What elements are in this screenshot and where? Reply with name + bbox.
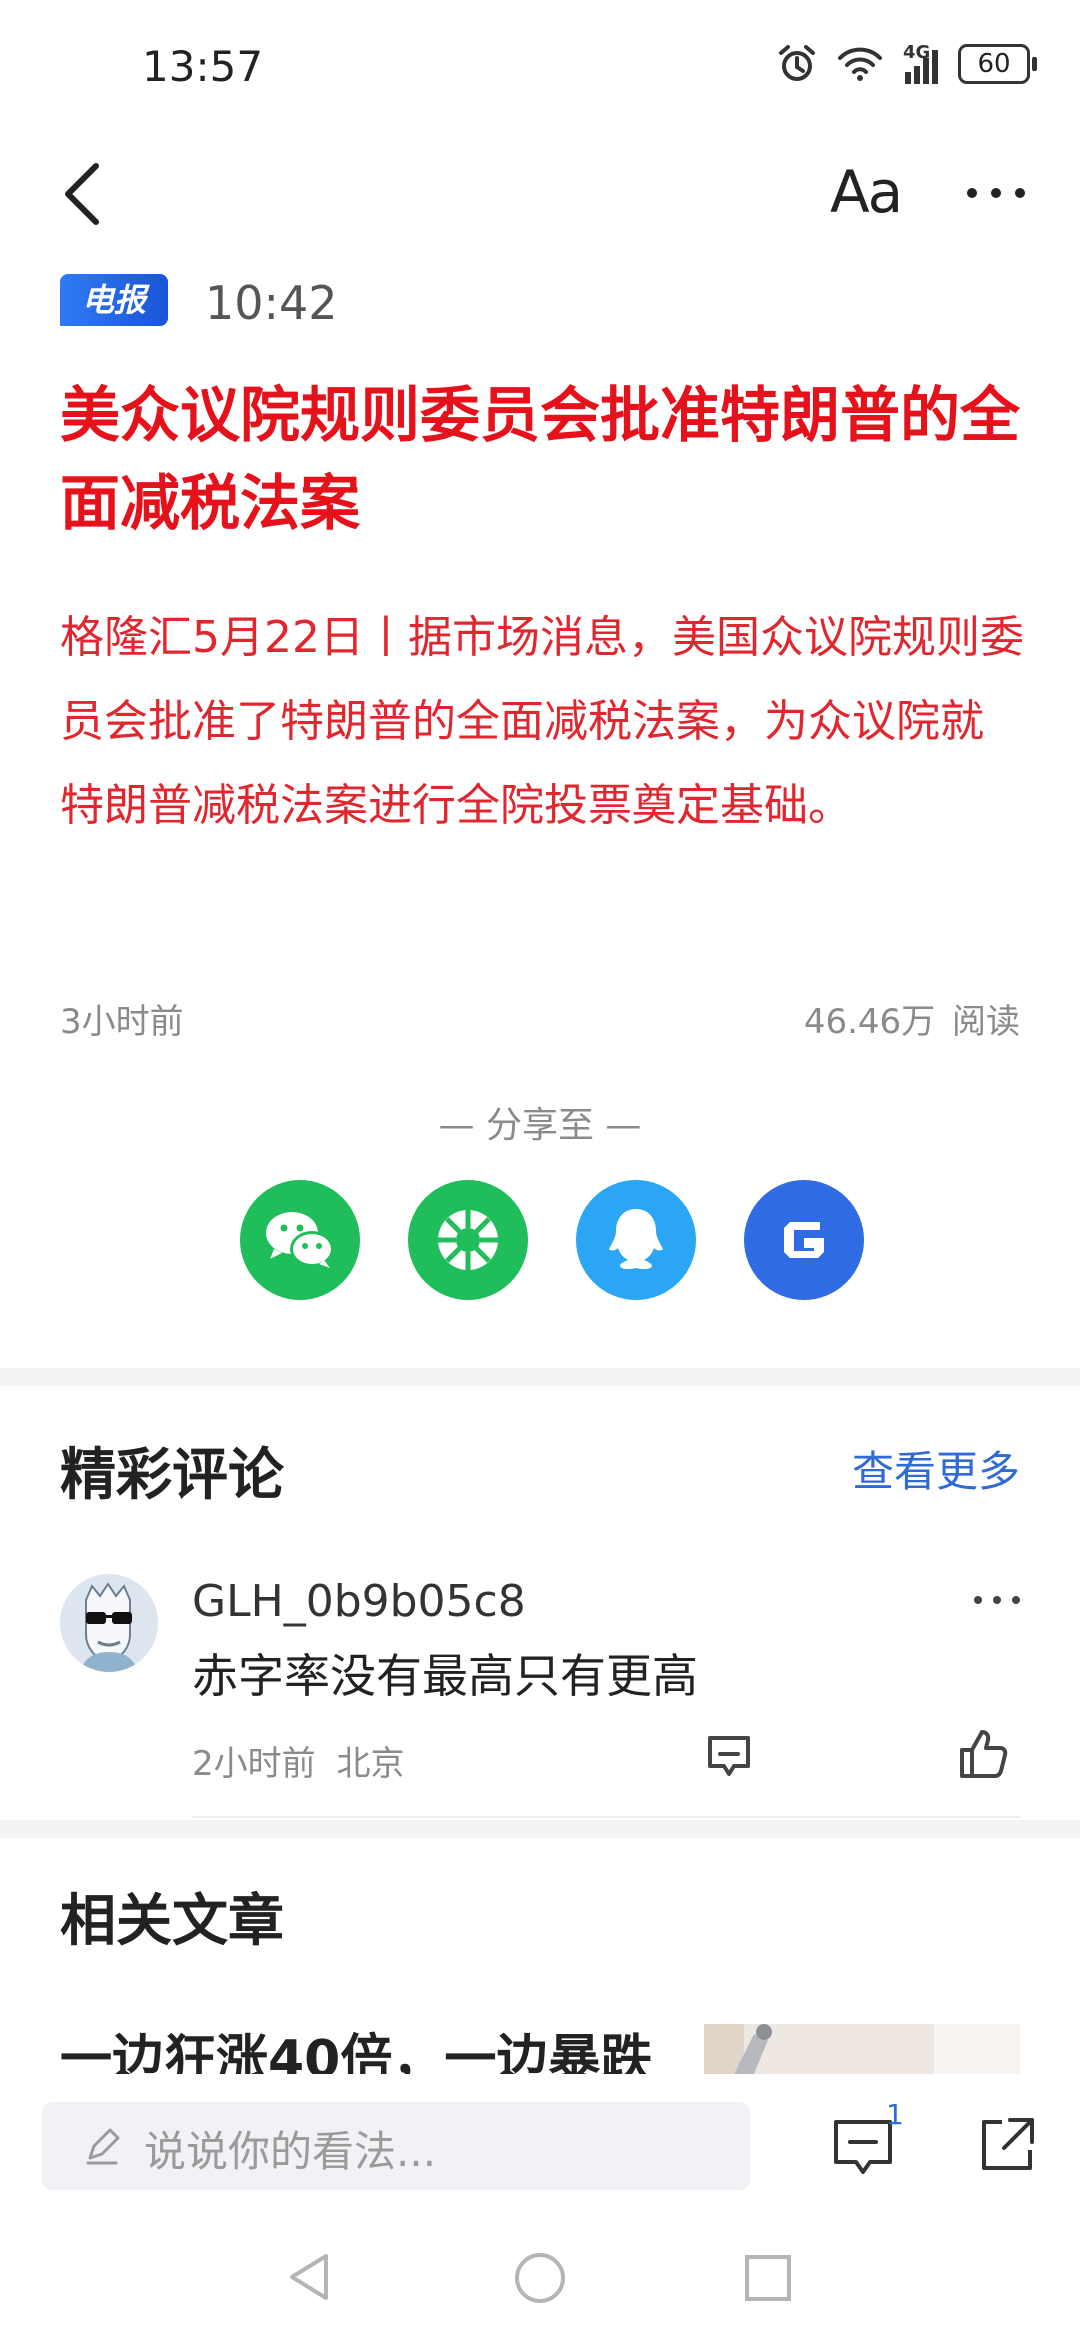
font-size-button[interactable]: Aa (830, 158, 903, 226)
see-more-link[interactable]: 查看更多 (852, 1438, 1020, 1499)
qq-icon[interactable] (576, 1180, 696, 1300)
wechat-icon[interactable] (240, 1180, 360, 1300)
section-divider (0, 1368, 1080, 1386)
news-flash-tag: 电报 (60, 274, 169, 326)
more-icon[interactable] (963, 168, 1029, 218)
article-title: 美众议院规则委员会批准特朗普的全面减税法案 (60, 381, 1020, 539)
avatar[interactable] (60, 1574, 158, 1672)
reply-icon[interactable] (704, 1730, 754, 1780)
related-article-title[interactable]: 一边狂涨40倍，一边暴跌 (60, 2030, 652, 2074)
share-label: — 分享至 — (438, 1105, 642, 1146)
like-icon[interactable] (958, 1726, 1010, 1780)
status-icons: 4G 60 (777, 42, 1037, 84)
comment-input-placeholder[interactable]: 说说你的看法... (144, 2118, 436, 2179)
back-icon[interactable] (58, 160, 106, 228)
comment-meta: 2小时前 北京 (192, 1744, 405, 1784)
share-icon[interactable] (976, 2112, 1040, 2176)
battery-icon: 60 (958, 44, 1037, 84)
comment-count-badge: 1 (886, 2098, 904, 2131)
nav-recent-apps-icon[interactable] (744, 2254, 792, 2302)
status-time: 13:57 (142, 42, 264, 91)
section-divider (0, 1820, 1080, 1838)
nav-home-icon[interactable] (514, 2252, 566, 2304)
comment-text: 赤字率没有最高只有更高 (192, 1649, 698, 1703)
nav-back-icon[interactable] (284, 2250, 334, 2304)
moments-icon[interactable] (408, 1180, 528, 1300)
gelonghui-icon[interactable] (744, 1180, 864, 1300)
publish-time: 10:42 (205, 276, 338, 330)
signal-icon: 4G (903, 42, 938, 84)
network-type: 4G (903, 42, 931, 63)
comment-username[interactable]: GLH_0b9b05c8 (192, 1576, 526, 1627)
comment-more-icon[interactable] (972, 1590, 1022, 1610)
read-count: 46.46万 阅读 (803, 1002, 1020, 1042)
comment-divider (192, 1816, 1020, 1818)
related-article-thumbnail[interactable] (704, 2024, 1020, 2074)
share-row (240, 1180, 864, 1300)
pen-icon (86, 2128, 120, 2165)
article-summary: 格隆汇5月22日丨据市场消息，美国众议院规则委员会批准了特朗普的全面减税法案，为… (60, 612, 1024, 831)
alarm-icon (779, 45, 815, 81)
wifi-icon (838, 47, 882, 81)
comments-heading: 精彩评论 (60, 1443, 284, 1508)
posted-ago: 3小时前 (60, 1002, 184, 1042)
related-heading: 相关文章 (60, 1889, 284, 1954)
